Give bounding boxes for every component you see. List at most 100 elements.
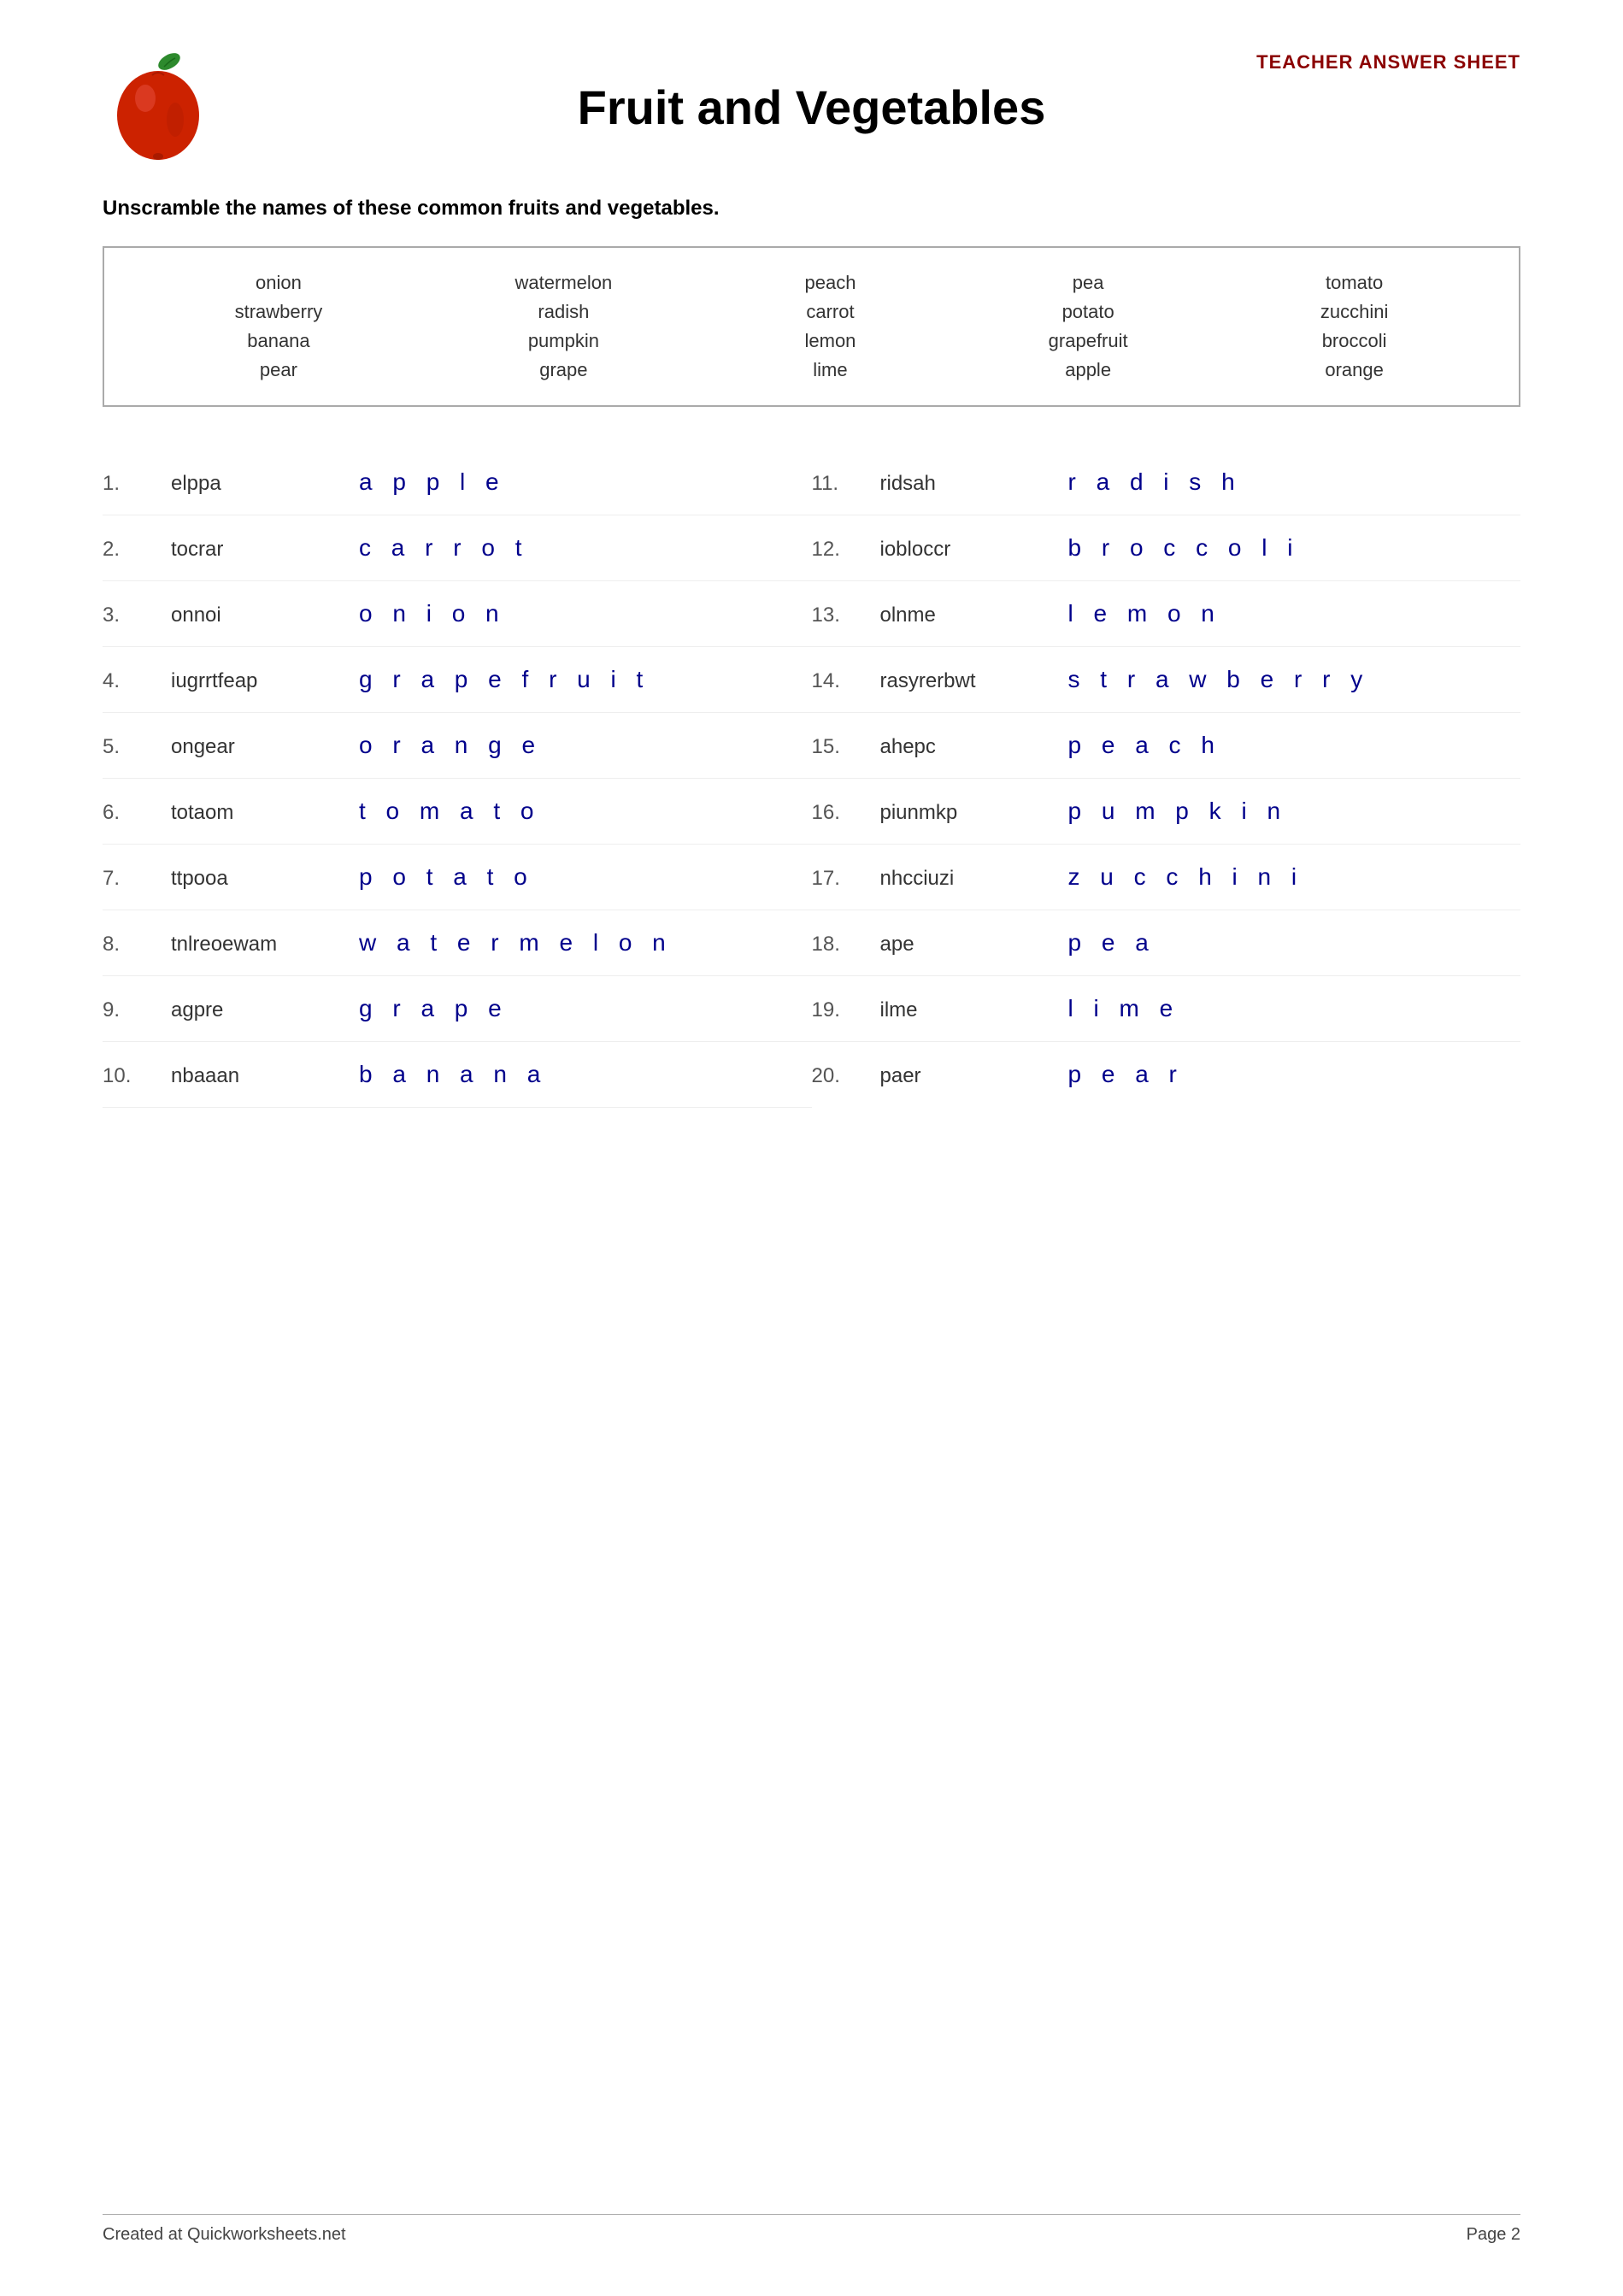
instruction: Unscramble the names of these common fru… <box>103 197 1520 221</box>
question-number: 14. <box>812 669 880 693</box>
answer-row: 16. piunmkp p u m p k i n <box>812 779 1521 845</box>
answer-row: 6. totaom t o m a t o <box>103 779 812 845</box>
scrambled-word: nhcciuzi <box>880 867 1068 891</box>
answer-word: p e a <box>1068 929 1156 957</box>
word-item: peach <box>804 272 856 294</box>
scrambled-word: rasyrerbwt <box>880 669 1068 693</box>
word-item: pea <box>1073 272 1104 294</box>
answer-word: l i m e <box>1068 995 1180 1022</box>
footer-right: Page 2 <box>1467 2225 1520 2245</box>
scrambled-word: ape <box>880 933 1068 957</box>
word-item: strawberry <box>235 301 323 323</box>
question-number: 3. <box>103 603 171 627</box>
word-item: pear <box>260 359 297 381</box>
answer-row: 15. ahepc p e a c h <box>812 713 1521 779</box>
answer-row: 1. elppa a p p l e <box>103 450 812 515</box>
answer-word: w a t e r m e l o n <box>359 929 673 957</box>
word-item: tomato <box>1326 272 1383 294</box>
answer-word: c a r r o t <box>359 534 528 562</box>
footer: Created at Quickworksheets.net Page 2 <box>103 2214 1520 2245</box>
question-number: 6. <box>103 801 171 825</box>
answer-row: 19. ilme l i m e <box>812 976 1521 1042</box>
footer-left: Created at Quickworksheets.net <box>103 2225 346 2245</box>
word-col-2: watermelon radish pumpkin grape <box>515 272 613 381</box>
scrambled-word: olnme <box>880 603 1068 627</box>
scrambled-word: ahepc <box>880 735 1068 759</box>
word-col-3: peach carrot lemon lime <box>804 272 856 381</box>
answer-row: 4. iugrrtfeap g r a p e f r u i t <box>103 647 812 713</box>
answer-row: 8. tnlreoewam w a t e r m e l o n <box>103 910 812 976</box>
word-item: apple <box>1065 359 1111 381</box>
scrambled-word: nbaaan <box>171 1064 359 1088</box>
answer-row: 7. ttpooa p o t a t o <box>103 845 812 910</box>
question-number: 11. <box>812 472 880 496</box>
answer-row: 17. nhcciuzi z u c c h i n i <box>812 845 1521 910</box>
scrambled-word: iugrrtfeap <box>171 669 359 693</box>
scrambled-word: agpre <box>171 998 359 1022</box>
answer-word: s t r a w b e r r y <box>1068 666 1370 693</box>
question-number: 13. <box>812 603 880 627</box>
scrambled-word: elppa <box>171 472 359 496</box>
answer-row: 10. nbaaan b a n a n a <box>103 1042 812 1108</box>
question-number: 18. <box>812 933 880 957</box>
answer-word: t o m a t o <box>359 798 541 825</box>
scrambled-word: piunmkp <box>880 801 1068 825</box>
answer-word: p e a c h <box>1068 732 1221 759</box>
question-number: 8. <box>103 933 171 957</box>
word-col-5: tomato zucchini broccoli orange <box>1320 272 1388 381</box>
answer-row: 14. rasyrerbwt s t r a w b e r r y <box>812 647 1521 713</box>
answer-word: r a d i s h <box>1068 468 1242 496</box>
answers-grid: 1. elppa a p p l e 11. ridsah r a d i s … <box>103 450 1520 1108</box>
word-item: grape <box>539 359 587 381</box>
word-item: grapefruit <box>1049 330 1128 352</box>
question-number: 19. <box>812 998 880 1022</box>
answer-row: 5. ongear o r a n g e <box>103 713 812 779</box>
question-number: 12. <box>812 538 880 562</box>
question-number: 20. <box>812 1064 880 1088</box>
answer-word: g r a p e f r u i t <box>359 666 650 693</box>
word-item: onion <box>256 272 302 294</box>
answer-row: 11. ridsah r a d i s h <box>812 450 1521 515</box>
word-col-4: pea potato grapefruit apple <box>1049 272 1128 381</box>
answer-word: b a n a n a <box>359 1061 547 1088</box>
word-box: onion strawberry banana pear watermelon … <box>103 246 1520 407</box>
word-item: broccoli <box>1322 330 1387 352</box>
scrambled-word: ridsah <box>880 472 1068 496</box>
scrambled-word: iobloccr <box>880 538 1068 562</box>
word-item: lime <box>813 359 847 381</box>
answer-word: p o t a t o <box>359 863 534 891</box>
scrambled-word: ongear <box>171 735 359 759</box>
answer-word: o n i o n <box>359 600 506 627</box>
word-item: orange <box>1325 359 1384 381</box>
word-item: carrot <box>806 301 854 323</box>
word-item: lemon <box>805 330 856 352</box>
word-item: watermelon <box>515 272 613 294</box>
answer-row: 12. iobloccr b r o c c o l i <box>812 515 1521 581</box>
answer-word: l e m o n <box>1068 600 1221 627</box>
question-number: 16. <box>812 801 880 825</box>
answer-row: 2. tocrar c a r r o t <box>103 515 812 581</box>
question-number: 7. <box>103 867 171 891</box>
question-number: 10. <box>103 1064 171 1088</box>
teacher-label: TEACHER ANSWER SHEET <box>1256 51 1520 74</box>
answer-row: 18. ape p e a <box>812 910 1521 976</box>
scrambled-word: tocrar <box>171 538 359 562</box>
answer-word: a p p l e <box>359 468 506 496</box>
answer-row: 3. onnoi o n i o n <box>103 581 812 647</box>
answer-word: b r o c c o l i <box>1068 534 1300 562</box>
question-number: 15. <box>812 735 880 759</box>
question-number: 5. <box>103 735 171 759</box>
answer-word: z u c c h i n i <box>1068 863 1304 891</box>
answer-word: p u m p k i n <box>1068 798 1288 825</box>
scrambled-word: tnlreoewam <box>171 933 359 957</box>
word-item: zucchini <box>1320 301 1388 323</box>
question-number: 9. <box>103 998 171 1022</box>
page-title: Fruit and Vegetables <box>248 79 1375 135</box>
word-item: radish <box>538 301 589 323</box>
question-number: 1. <box>103 472 171 496</box>
scrambled-word: ttpooa <box>171 867 359 891</box>
scrambled-word: paer <box>880 1064 1068 1088</box>
scrambled-word: ilme <box>880 998 1068 1022</box>
word-col-1: onion strawberry banana pear <box>235 272 323 381</box>
word-item: potato <box>1062 301 1114 323</box>
